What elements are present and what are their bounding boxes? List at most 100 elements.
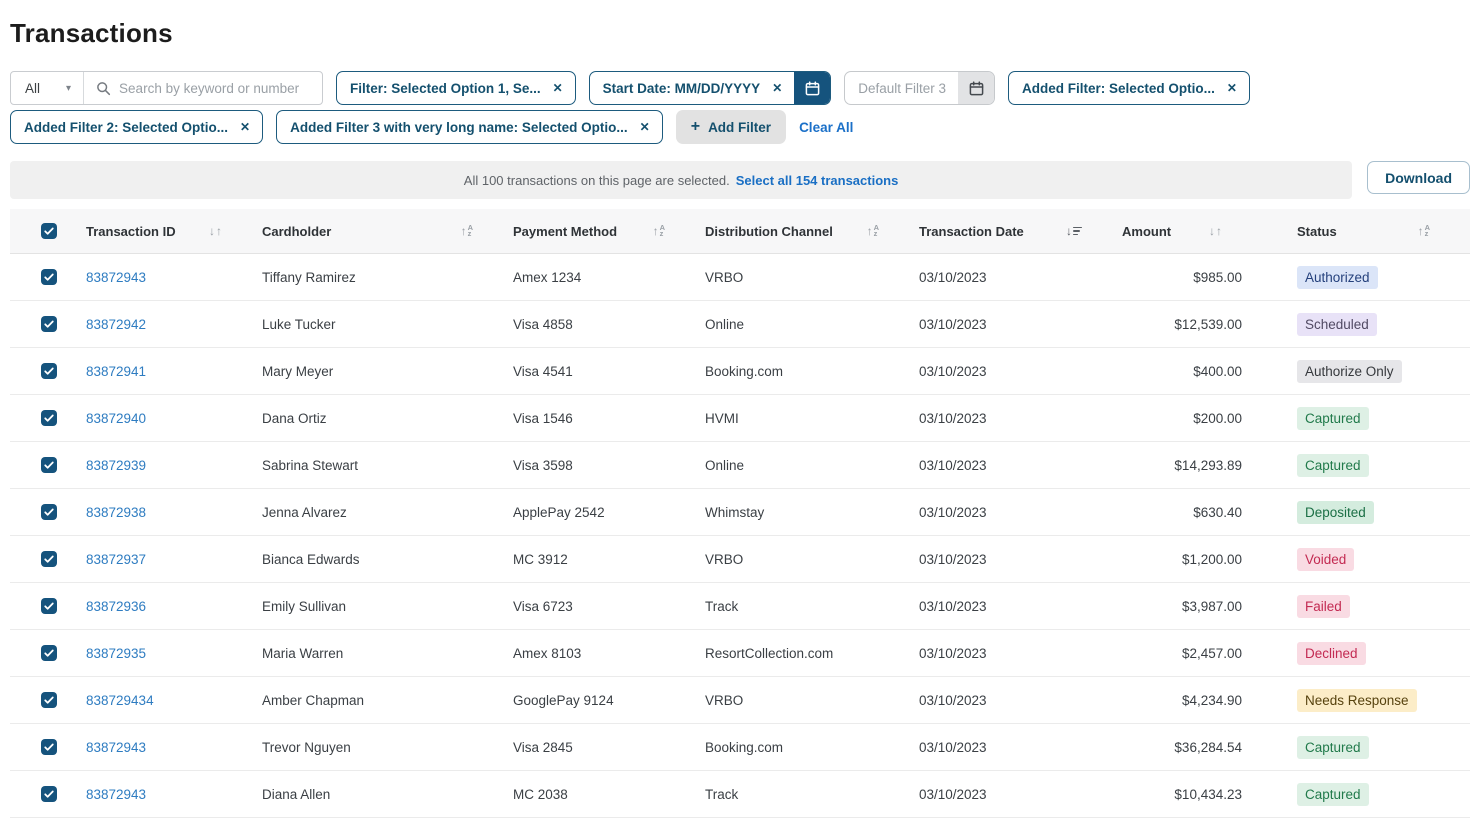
calendar-button[interactable] <box>794 72 830 104</box>
sort-bar <box>1073 230 1080 232</box>
select-all-checkbox[interactable] <box>41 223 57 239</box>
cell-distribution-channel: VRBO <box>705 270 919 285</box>
sort-icon-date[interactable]: ↓ <box>1066 225 1082 237</box>
arrow-down-icon: ↓ <box>209 225 215 237</box>
filter-chip[interactable]: Default Filter 3 <box>844 71 995 105</box>
cell-transaction-id: 83872943 <box>86 787 262 802</box>
calendar-icon <box>805 81 820 96</box>
sort-icon-channel[interactable]: ↑Az <box>867 225 879 238</box>
cell-distribution-channel: VRBO <box>705 552 919 567</box>
cell-status: Captured <box>1262 736 1470 759</box>
cell-transaction-id: 83872936 <box>86 599 262 614</box>
row-checkbox[interactable] <box>41 269 57 285</box>
select-all-link[interactable]: Select all 154 transactions <box>736 173 899 188</box>
transaction-id-link[interactable]: 83872938 <box>86 505 146 520</box>
transaction-id-link[interactable]: 83872936 <box>86 599 146 614</box>
sort-icon-status[interactable]: ↑Az <box>1418 225 1430 238</box>
column-header-channel: Distribution Channel ↑Az <box>705 224 919 239</box>
letter-z: z <box>874 231 879 238</box>
cell-payment-method: Amex 1234 <box>513 270 705 285</box>
row-checkbox[interactable] <box>41 786 57 802</box>
sort-icon-payment[interactable]: ↑Az <box>653 225 665 238</box>
transaction-id-link[interactable]: 83872940 <box>86 411 146 426</box>
transaction-id-link[interactable]: 83872943 <box>86 270 146 285</box>
filter-chip-label: Filter: Selected Option 1, Se... <box>337 81 545 96</box>
row-checkbox[interactable] <box>41 645 57 661</box>
chevron-down-icon: ▾ <box>66 83 71 94</box>
cell-amount: $985.00 <box>1122 270 1262 285</box>
column-label-amount: Amount <box>1122 224 1171 239</box>
cell-cardholder: Jenna Alvarez <box>262 505 513 520</box>
cell-distribution-channel: VRBO <box>705 693 919 708</box>
row-checkbox[interactable] <box>41 504 57 520</box>
filter-chip[interactable]: Start Date: MM/DD/YYYY✕ <box>589 71 832 105</box>
search-input[interactable] <box>119 81 310 96</box>
status-badge: Authorized <box>1297 266 1378 289</box>
row-checkbox[interactable] <box>41 551 57 567</box>
arrow-up-icon: ↑ <box>216 225 222 237</box>
row-checkbox[interactable] <box>41 410 57 426</box>
cell-cardholder: Emily Sullivan <box>262 599 513 614</box>
filter-chip-label: Default Filter 3 <box>845 81 958 96</box>
transactions-page: Transactions All ▾ Filter: Selected Opti… <box>0 0 1480 829</box>
cell-payment-method: ApplePay 2542 <box>513 505 705 520</box>
filter-chip[interactable]: Filter: Selected Option 1, Se...✕ <box>336 71 576 105</box>
scope-dropdown[interactable]: All ▾ <box>11 72 84 104</box>
row-checkbox-cell <box>10 504 86 520</box>
cell-transaction-id: 83872937 <box>86 552 262 567</box>
add-filter-button[interactable]: +Add Filter <box>676 110 786 144</box>
plus-icon: + <box>691 118 700 136</box>
chip-remove-icon[interactable]: ✕ <box>764 81 794 95</box>
filter-chip[interactable]: Added Filter 3 with very long name: Sele… <box>276 110 663 144</box>
clear-all-link[interactable]: Clear All <box>799 120 853 135</box>
cell-transaction-id: 83872942 <box>86 317 262 332</box>
cell-payment-method: Visa 4858 <box>513 317 705 332</box>
column-label-channel: Distribution Channel <box>705 224 833 239</box>
row-checkbox-cell <box>10 363 86 379</box>
status-badge: Captured <box>1297 783 1369 806</box>
cell-payment-method: Visa 3598 <box>513 458 705 473</box>
sort-icon-cardholder[interactable]: ↑Az <box>461 225 473 238</box>
transaction-id-link[interactable]: 83872937 <box>86 552 146 567</box>
cell-amount: $10,434.23 <box>1122 787 1262 802</box>
transaction-id-link[interactable]: 83872941 <box>86 364 146 379</box>
row-checkbox[interactable] <box>41 739 57 755</box>
row-checkbox[interactable] <box>41 363 57 379</box>
cell-distribution-channel: ResortCollection.com <box>705 646 919 661</box>
transaction-id-link[interactable]: 83872943 <box>86 787 146 802</box>
chip-remove-icon[interactable]: ✕ <box>1219 81 1249 95</box>
filter-chip[interactable]: Added Filter: Selected Optio...✕ <box>1008 71 1250 105</box>
scope-search-control: All ▾ <box>10 71 323 105</box>
row-checkbox[interactable] <box>41 316 57 332</box>
transaction-id-link[interactable]: 83872942 <box>86 317 146 332</box>
download-button[interactable]: Download <box>1367 161 1470 194</box>
cell-amount: $4,234.90 <box>1122 693 1262 708</box>
calendar-button[interactable] <box>958 72 994 104</box>
sort-bar <box>1073 227 1082 229</box>
sort-icon-amount[interactable]: ↓↑ <box>1209 225 1222 237</box>
cell-distribution-channel: Whimstay <box>705 505 919 520</box>
table-body: 83872943Tiffany RamirezAmex 1234VRBO03/1… <box>10 254 1470 829</box>
filter-chip-label: Added Filter: Selected Optio... <box>1009 81 1219 96</box>
cell-payment-method: Amex 8103 <box>513 646 705 661</box>
chip-remove-icon[interactable]: ✕ <box>545 81 575 95</box>
row-checkbox-cell <box>10 645 86 661</box>
filter-chip[interactable]: Added Filter 2: Selected Optio...✕ <box>10 110 263 144</box>
cell-payment-method: MC 2038 <box>513 787 705 802</box>
status-badge: Captured <box>1297 454 1369 477</box>
cell-status: Deposited <box>1262 501 1470 524</box>
row-checkbox[interactable] <box>41 457 57 473</box>
transaction-id-link[interactable]: 83872939 <box>86 458 146 473</box>
sort-icon-id[interactable]: ↓↑ <box>209 225 222 237</box>
row-checkbox[interactable] <box>41 598 57 614</box>
transaction-id-link[interactable]: 83872935 <box>86 646 146 661</box>
cell-transaction-date: 03/10/2023 <box>919 787 1122 802</box>
row-checkbox[interactable] <box>41 692 57 708</box>
column-header-amount: Amount ↓↑ <box>1122 224 1262 239</box>
chip-remove-icon[interactable]: ✕ <box>232 120 262 134</box>
cell-amount: $200.00 <box>1122 411 1262 426</box>
transaction-id-link[interactable]: 83872943 <box>86 740 146 755</box>
transaction-id-link[interactable]: 838729434 <box>86 693 154 708</box>
chip-remove-icon[interactable]: ✕ <box>632 120 662 134</box>
transactions-table: Transaction ID↓↑Cardholder↑AzPayment Met… <box>10 209 1470 829</box>
